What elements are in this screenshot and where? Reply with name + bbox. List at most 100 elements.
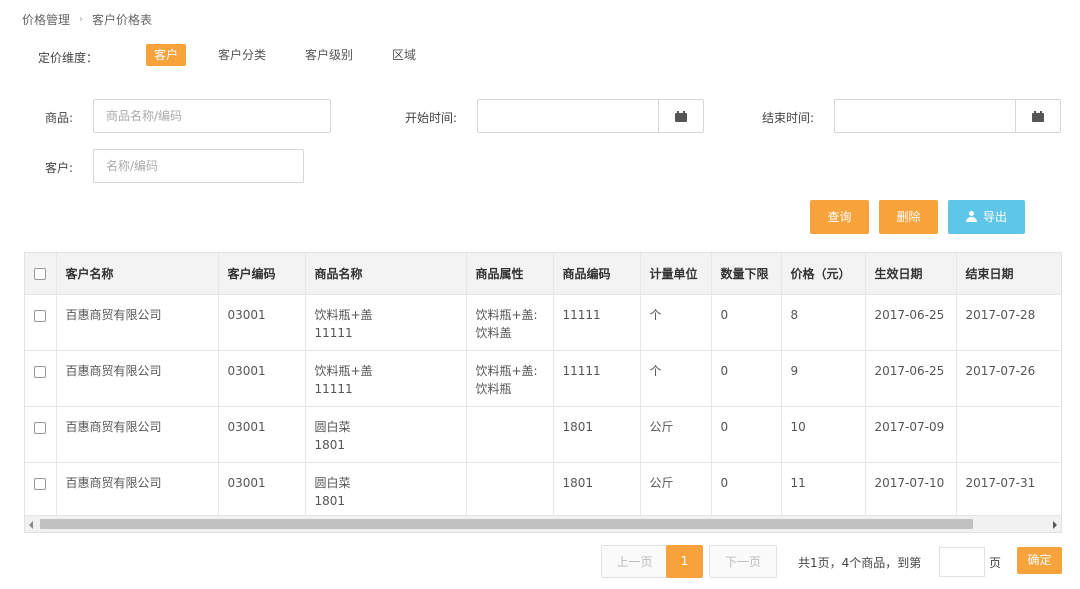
product-code-cell: 1801: [553, 462, 641, 519]
pricing-dimension-label: 定价维度：: [38, 51, 99, 65]
customer-name-cell: 百惠商贸有限公司: [56, 462, 219, 519]
row-checkbox[interactable]: [34, 366, 47, 378]
column-header: 商品名称: [305, 253, 467, 295]
unit-cell: 个: [640, 350, 712, 407]
column-header: 客户名称: [56, 253, 219, 295]
end-date-cell: 2017-07-28: [956, 294, 1061, 351]
breadcrumb-root[interactable]: 价格管理: [22, 11, 70, 28]
table-header-row: 客户名称 客户编码 商品名称 商品属性 商品编码 计量单位 数量下限 价格（元）…: [25, 253, 1061, 295]
tab-region[interactable]: 区域: [384, 44, 424, 66]
price-cell: 8: [781, 294, 866, 351]
tab-customer-level[interactable]: 客户级别: [297, 44, 361, 66]
table-row[interactable]: 百惠商贸有限公司 03001 饮料瓶+盖 11111 饮料瓶+盖: 饮料盖 1111…: [25, 294, 1061, 351]
end-date-cell: [956, 406, 1061, 463]
delete-button[interactable]: 删除: [879, 200, 938, 234]
table-row[interactable]: 百惠商贸有限公司 03001 饮料瓶+盖 11111 饮料瓶+盖: 饮料瓶 1111…: [25, 350, 1061, 407]
price-cell: 9: [781, 350, 866, 407]
product-name: 圆白菜: [314, 475, 351, 490]
start-date-cell: 2017-06-25: [865, 350, 957, 407]
min-qty-cell: 0: [711, 294, 782, 351]
product-name-cell: 饮料瓶+盖 11111: [305, 294, 467, 351]
export-button[interactable]: 导出: [948, 200, 1025, 234]
customer-code-cell: 03001: [218, 350, 306, 407]
horizontal-scrollbar[interactable]: [25, 515, 1061, 532]
min-qty-cell: 0: [711, 406, 782, 463]
column-header: 结束日期: [956, 253, 1061, 295]
unit-cell: 公斤: [640, 462, 712, 519]
price-cell: 10: [781, 406, 866, 463]
end-time-input[interactable]: [835, 100, 1015, 132]
row-select-cell: [25, 406, 57, 463]
customer-name-cell: 百惠商贸有限公司: [56, 350, 219, 407]
end-calendar-button[interactable]: [1015, 100, 1060, 132]
page-number-input[interactable]: [939, 547, 985, 577]
tab-customer-category[interactable]: 客户分类: [210, 44, 274, 66]
page-confirm-button[interactable]: 确定: [1017, 547, 1062, 574]
next-page-button[interactable]: 下一页: [709, 545, 777, 578]
customer-code-cell: 03001: [218, 294, 306, 351]
min-qty-cell: 0: [711, 350, 782, 407]
product-search-input[interactable]: 商品名称/编码: [93, 99, 331, 133]
table-row[interactable]: 百惠商贸有限公司 03001 圆白菜 1801 1801 公斤 0 10 2017…: [25, 406, 1061, 463]
scrollbar-thumb[interactable]: [40, 519, 973, 529]
export-label: 导出: [982, 210, 1007, 224]
customer-name-cell: 百惠商贸有限公司: [56, 294, 219, 351]
start-time-label: 开始时间:: [405, 111, 458, 125]
customer-search-input[interactable]: 名称/编码: [93, 149, 304, 183]
column-header: 数量下限: [711, 253, 782, 295]
start-calendar-button[interactable]: [658, 100, 703, 132]
pagination-info: 共1页，4个商品，到第: [798, 556, 922, 570]
table-row[interactable]: 百惠商贸有限公司 03001 圆白菜 1801 1801 公斤 0 11 2017…: [25, 462, 1061, 519]
column-header: 商品编码: [553, 253, 641, 295]
user-icon: [965, 211, 977, 222]
min-qty-cell: 0: [711, 462, 782, 519]
product-name: 圆白菜: [314, 419, 351, 434]
attr-line: 饮料盖: [475, 325, 512, 340]
scroll-right-icon[interactable]: [1053, 521, 1057, 529]
product-attr-cell: 饮料瓶+盖: 饮料盖: [466, 294, 554, 351]
tab-customer[interactable]: 客户: [146, 44, 187, 66]
product-number: 11111: [314, 325, 353, 340]
unit-cell: 个: [640, 294, 712, 351]
calendar-icon: [1032, 110, 1044, 122]
attr-line: 饮料瓶+盖:: [475, 307, 538, 322]
start-date-cell: 2017-06-25: [865, 294, 957, 351]
column-header: 客户编码: [218, 253, 306, 295]
breadcrumb: 价格管理 › 客户价格表: [22, 11, 152, 28]
row-select-cell: [25, 350, 57, 407]
product-name-cell: 饮料瓶+盖 11111: [305, 350, 467, 407]
product-attr-cell: 饮料瓶+盖: 饮料瓶: [466, 350, 554, 407]
product-name: 饮料瓶+盖: [314, 307, 373, 322]
row-checkbox[interactable]: [34, 478, 47, 490]
product-label: 商品:: [45, 111, 74, 125]
start-time-input[interactable]: [478, 100, 658, 132]
page-unit-label: 页: [989, 556, 1002, 570]
product-code-cell: 11111: [553, 294, 641, 351]
select-all-cell: [25, 253, 57, 295]
select-all-checkbox[interactable]: [34, 267, 47, 280]
product-number: 1801: [314, 493, 346, 508]
price-cell: 11: [781, 462, 866, 519]
prev-page-button[interactable]: 上一页: [601, 545, 668, 578]
product-code-cell: 11111: [553, 350, 641, 407]
current-page-button[interactable]: 1: [666, 545, 703, 578]
product-code-cell: 1801: [553, 406, 641, 463]
product-name-cell: 圆白菜 1801: [305, 462, 467, 519]
breadcrumb-current: 客户价格表: [92, 13, 153, 27]
product-attr-cell: [466, 462, 554, 519]
scroll-left-icon[interactable]: [29, 521, 33, 529]
attr-line: 饮料瓶+盖:: [475, 363, 538, 378]
customer-label: 客户:: [45, 161, 74, 175]
row-checkbox[interactable]: [34, 310, 47, 322]
product-name-cell: 圆白菜 1801: [305, 406, 467, 463]
customer-code-cell: 03001: [218, 406, 306, 463]
customer-code-cell: 03001: [218, 462, 306, 519]
column-header: 计量单位: [640, 253, 712, 295]
query-button[interactable]: 查询: [810, 200, 869, 234]
product-attr-cell: [466, 406, 554, 463]
price-table: 客户名称 客户编码 商品名称 商品属性 商品编码 计量单位 数量下限 价格（元）…: [24, 252, 1062, 533]
row-checkbox[interactable]: [34, 422, 47, 434]
start-date-cell: 2017-07-10: [865, 462, 957, 519]
column-header: 生效日期: [865, 253, 957, 295]
end-time-label: 结束时间:: [762, 111, 815, 125]
